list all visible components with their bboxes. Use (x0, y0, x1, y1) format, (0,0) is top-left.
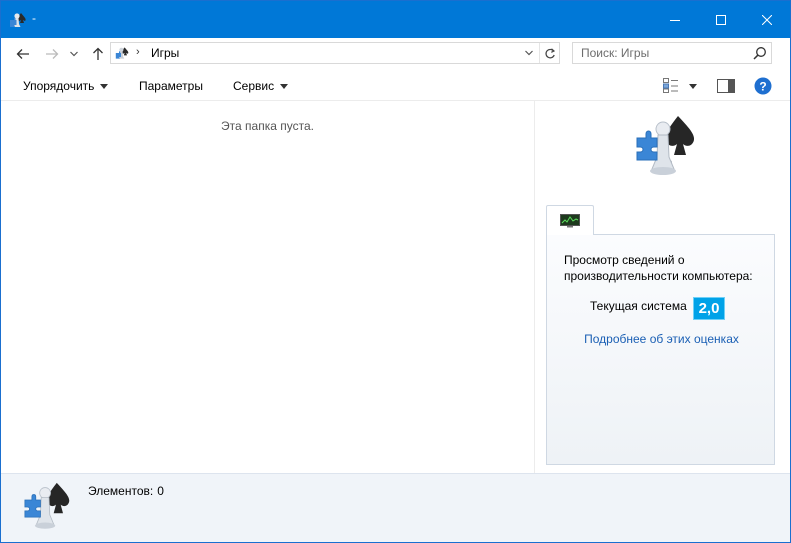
explorer-window: - › Игры Поиск: Игры Упорядочить Парамет… (0, 0, 791, 543)
organize-label: Упорядочить (23, 79, 95, 93)
window-title: - (32, 11, 36, 25)
recent-locations-button[interactable] (67, 44, 81, 64)
help-icon[interactable]: ? (754, 77, 772, 95)
search-input[interactable] (573, 43, 756, 63)
arrow-right-icon (46, 49, 59, 59)
maximize-icon (716, 14, 726, 25)
arrow-up-icon (93, 47, 103, 60)
close-button[interactable] (744, 1, 790, 38)
parameters-label: Параметры (139, 79, 203, 93)
search-box[interactable] (572, 42, 772, 64)
items-count-value: 0 (157, 484, 164, 498)
items-count-label: Элементов: (88, 484, 154, 498)
organize-menu[interactable]: Упорядочить (23, 79, 109, 93)
refresh-icon (544, 47, 555, 58)
up-button[interactable] (88, 44, 108, 64)
performance-panel: Просмотр сведений о производительности к… (546, 234, 775, 465)
performance-tab[interactable] (546, 205, 594, 235)
service-menu[interactable]: Сервис (233, 79, 289, 93)
close-icon (762, 14, 772, 25)
chevron-down-icon (525, 50, 533, 56)
minimize-icon (670, 19, 680, 21)
breadcrumb-separator[interactable]: › (136, 46, 140, 58)
minimize-button[interactable] (652, 1, 698, 38)
preview-pane-icon[interactable] (717, 79, 735, 93)
search-icon[interactable] (753, 46, 767, 60)
more-about-scores-link[interactable]: Подробнее об этих оценках (547, 332, 776, 346)
breadcrumb-games[interactable]: Игры (151, 46, 179, 60)
caret-down-icon (280, 83, 289, 89)
forward-button[interactable] (42, 44, 62, 64)
caret-down-icon (100, 83, 109, 89)
address-history-button[interactable] (521, 45, 537, 61)
back-button[interactable] (13, 44, 33, 64)
maximize-button[interactable] (698, 1, 744, 38)
refresh-button[interactable] (541, 45, 558, 62)
preview-pane: Просмотр сведений о производительности к… (535, 101, 790, 473)
performance-score-badge: 2,0 (693, 297, 725, 320)
items-count: Элементов: 0 (88, 484, 168, 498)
games-folder-icon (115, 47, 129, 59)
performance-monitor-icon (560, 214, 580, 228)
empty-folder-message: Эта папка пуста. (221, 119, 314, 133)
arrow-left-icon (16, 49, 29, 59)
chevron-down-icon (70, 51, 78, 57)
view-options-caret-icon[interactable] (689, 84, 697, 89)
address-divider (539, 43, 540, 63)
performance-title: Просмотр сведений о производительности к… (564, 253, 753, 283)
navigation-bar: › Игры (1, 38, 790, 69)
current-system-label: Текущая система (590, 299, 687, 313)
file-list[interactable]: Эта папка пуста. (1, 101, 534, 473)
command-bar: Упорядочить Параметры Сервис ? (1, 69, 790, 101)
svg-text:?: ? (759, 80, 766, 94)
address-bar[interactable]: › Игры (110, 42, 560, 64)
games-folder-large-icon (24, 482, 70, 529)
games-folder-large-icon (636, 116, 695, 175)
title-bar[interactable]: - (1, 1, 790, 38)
service-label: Сервис (233, 79, 275, 93)
details-pane: Элементов: 0 (1, 473, 790, 542)
parameters-button[interactable]: Параметры (139, 79, 203, 93)
games-folder-icon (10, 13, 26, 27)
change-view-icon[interactable] (663, 78, 679, 93)
